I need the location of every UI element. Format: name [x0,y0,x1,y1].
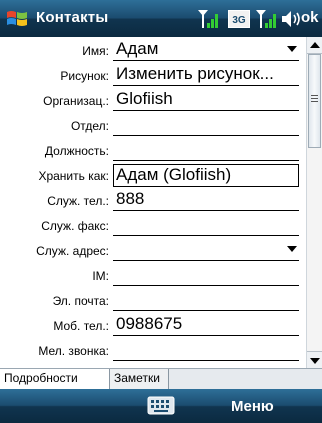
row-im: IM: [0,264,306,286]
ringtone-label: Мел. звонка: [38,344,109,358]
grip-line [311,101,318,102]
scroll-thumb[interactable] [308,54,321,148]
file-as-label: Хранить как: [38,169,109,183]
name-label: Имя: [82,44,109,58]
app-title: Контакты [36,9,109,26]
row-name: Имя: Адам [0,39,306,61]
speaker-icon[interactable] [281,8,301,30]
row-work-address: Служ. адрес: [0,239,306,261]
file-as-field[interactable]: Адам (Glofiish) [113,164,299,187]
row-work-fax: Служ. факс: [0,214,306,236]
row-job-title: Должность: [0,139,306,161]
arrow-down-icon [310,358,320,364]
im-field[interactable] [113,265,299,286]
menu-softkey[interactable]: Меню [231,398,274,415]
tab-bar-filler [169,369,322,389]
work-fax-label: Служ. факс: [41,219,109,233]
work-phone-value: 888 [116,189,145,208]
mobile-phone-label: Моб. тел.: [53,319,109,333]
row-mobile-phone: Моб. тел.: 0988675 [0,314,306,336]
picture-field[interactable]: Изменить рисунок... [113,64,299,86]
ok-button[interactable]: ok [301,9,319,26]
arrow-up-icon [310,42,320,48]
mobile-phone-value: 0988675 [116,314,183,333]
scroll-up-button[interactable] [307,37,322,54]
row-picture: Рисунок: Изменить рисунок... [0,64,306,86]
row-department: Отдел: [0,114,306,136]
grip-line [311,95,318,96]
file-as-value: Адам (Glofiish) [116,165,232,184]
grip-line [311,98,318,99]
picture-label: Рисунок: [60,69,109,83]
contact-form: Имя: Адам Рисунок: Изменить рисунок... О… [0,37,306,368]
signal-antenna-icon[interactable] [254,8,278,30]
work-address-label: Служ. адрес: [36,244,109,258]
name-field[interactable]: Адам [113,39,299,61]
change-picture-link[interactable]: Изменить рисунок... [116,64,274,84]
department-field[interactable] [113,115,299,136]
email-label: Эл. почта: [52,294,109,308]
scroll-down-button[interactable] [307,351,322,368]
row-file-as: Хранить как: Адам (Glofiish) [0,164,306,187]
im-label: IM: [92,269,109,283]
ringtone-field[interactable] [113,340,299,361]
chevron-down-icon[interactable] [287,246,297,252]
vertical-scrollbar[interactable] [306,37,322,368]
keyboard-icon[interactable] [147,395,175,417]
softkey-bar: Меню [0,389,322,423]
work-address-field[interactable] [113,240,299,261]
work-fax-field[interactable] [113,215,299,236]
department-label: Отдел: [70,119,109,133]
chevron-down-icon[interactable] [287,46,297,52]
work-phone-label: Служ. тел.: [47,194,109,208]
3g-icon: 3G [228,10,250,28]
row-email: Эл. почта: [0,289,306,311]
mobile-phone-field[interactable]: 0988675 [113,314,299,336]
email-field[interactable] [113,290,299,311]
row-company: Организац.: Glofiish [0,89,306,111]
row-work-phone: Служ. тел.: 888 [0,189,306,211]
name-value: Адам [116,39,159,58]
tab-bar: Подробности Заметки [0,368,322,389]
job-title-label: Должность: [44,144,109,158]
row-ringtone: Мел. звонка: [0,339,306,361]
work-phone-field[interactable]: 888 [113,189,299,211]
company-field[interactable]: Glofiish [113,89,299,111]
title-bar: Контакты 3G ok [0,0,322,37]
windows-start-icon[interactable] [5,7,29,31]
signal-antenna-icon[interactable] [196,8,220,30]
company-value: Glofiish [116,89,173,108]
3g-label: 3G [232,15,246,26]
tab-details[interactable]: Подробности [0,369,110,389]
tab-notes[interactable]: Заметки [110,369,169,389]
job-title-field[interactable] [113,140,299,161]
company-label: Организац.: [43,94,109,108]
